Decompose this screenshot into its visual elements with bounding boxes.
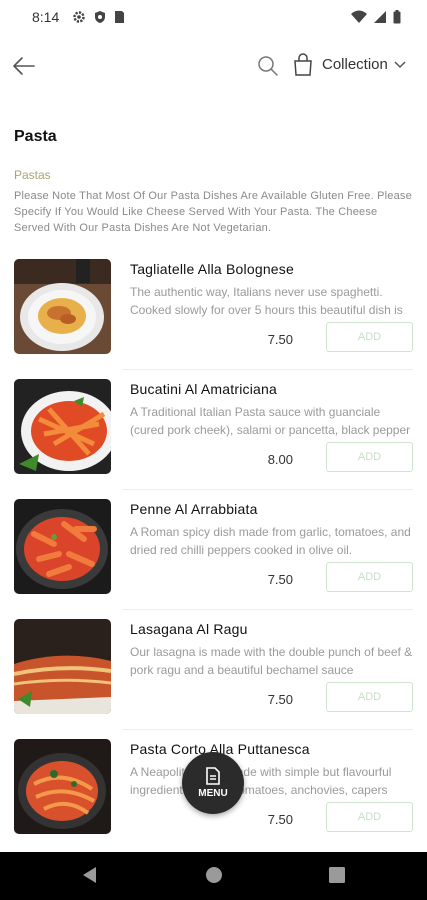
status-time: 8:14 [32,9,60,25]
item-photo [14,379,111,474]
menu-fab-label: MENU [198,788,228,799]
item-description: The authentic way, Italians never use sp… [130,285,403,317]
item-description: Our lasagna is made with the double punc… [130,645,413,677]
app-bar: Collection [0,44,427,90]
menu-item[interactable]: Lasagana Al Ragu Our lasagna is made wit… [0,619,427,739]
item-price: 8.00 [267,452,293,467]
item-price: 7.50 [267,812,293,827]
item-photo [14,499,111,594]
menu-item[interactable]: Penne Al Arrabbiata A Roman spicy dish m… [0,499,427,619]
sim-card-icon [115,11,124,23]
item-photo [14,619,111,714]
battery-icon [393,10,401,24]
item-price: 7.50 [267,332,293,347]
nav-home-button[interactable] [204,865,224,890]
shopping-bag-icon [294,53,312,76]
penne-photo [14,499,111,594]
add-button[interactable]: ADD [326,442,413,472]
nav-home-icon [206,867,222,883]
divider [122,729,413,730]
puttanesca-photo [14,739,111,834]
item-name: Tagliatelle Alla Bolognese [130,261,294,277]
add-button[interactable]: ADD [326,562,413,592]
back-button[interactable] [10,52,38,80]
subcategory-label: Pastas [14,168,51,182]
item-name: Lasagana Al Ragu [130,621,248,637]
wifi-icon [351,10,367,23]
back-arrow-icon [13,57,35,75]
item-photo [14,259,111,354]
item-photo [14,739,111,834]
settings-gear-icon [73,11,85,23]
item-name: Bucatini Al Amatriciana [130,381,278,397]
lasagna-photo [14,619,111,714]
nav-recents-button[interactable] [328,865,346,890]
menu-item[interactable]: Bucatini Al Amatriciana A Traditional It… [0,379,427,499]
search-icon [258,56,278,76]
nav-back-icon [83,867,96,883]
add-button[interactable]: ADD [326,802,413,832]
document-icon [206,767,220,785]
section-title: Pasta [14,128,57,145]
status-bar: 8:14 [0,0,427,36]
menu-item[interactable]: Tagliatelle Alla Bolognese The authentic… [0,259,427,379]
bucatini-photo [14,379,111,474]
divider [122,489,413,490]
cart-button[interactable] [292,53,314,79]
tagliatelle-photo [14,259,111,354]
nav-back-button[interactable] [80,865,98,890]
collection-label: Collection [322,56,388,73]
section-note: Please Note That Most Of Our Pasta Dishe… [14,190,412,234]
system-nav-bar [0,852,427,900]
item-name: Penne Al Arrabbiata [130,501,258,517]
item-price: 7.50 [267,692,293,707]
add-button[interactable]: ADD [326,322,413,352]
item-price: 7.50 [267,572,293,587]
shield-icon [95,11,105,23]
item-description: A Roman spicy dish made from garlic, tom… [130,525,411,557]
menu-fab-button[interactable]: MENU [182,752,244,814]
divider [122,369,413,370]
item-description: A Traditional Italian Pasta sauce with g… [130,405,411,437]
divider [122,609,413,610]
collection-dropdown[interactable]: Collection [322,56,406,73]
chevron-down-icon [394,60,406,68]
add-button[interactable]: ADD [326,682,413,712]
nav-recents-icon [329,867,345,883]
cell-signal-icon [374,11,386,23]
search-button[interactable] [256,54,282,80]
item-description: A Neapolitan dish made with simple but f… [130,765,392,797]
